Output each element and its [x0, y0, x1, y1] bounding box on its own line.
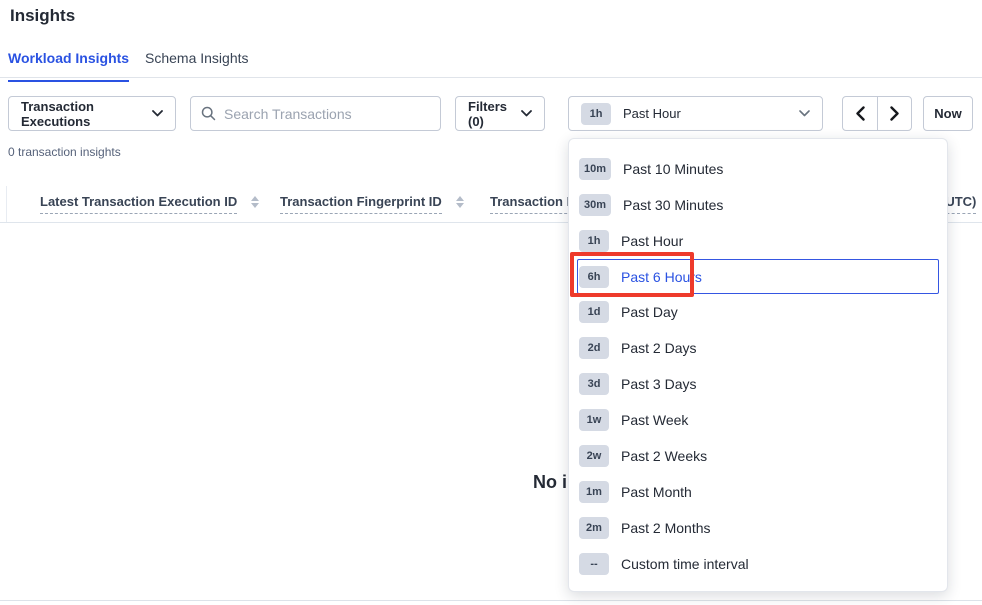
- interval-label: Past Week: [621, 412, 688, 428]
- interval-badge: --: [579, 553, 609, 575]
- interval-badge: 1d: [579, 301, 609, 323]
- dropdown-item-past-10-minutes[interactable]: 10m Past 10 Minutes: [569, 151, 947, 187]
- chevron-down-icon: [521, 110, 532, 117]
- dropdown-item-past-6-hours[interactable]: 6h Past 6 Hours: [577, 259, 939, 294]
- column-header-latest-transaction-execution-id[interactable]: Latest Transaction Execution ID: [40, 194, 259, 214]
- interval-badge: 1h: [579, 230, 609, 252]
- dropdown-item-past-3-days[interactable]: 3d Past 3 Days: [569, 366, 947, 402]
- interval-badge: 1w: [579, 409, 609, 431]
- interval-label: Past 10 Minutes: [623, 161, 723, 177]
- dropdown-item-past-2-weeks[interactable]: 2w Past 2 Weeks: [569, 438, 947, 474]
- interval-badge: 3d: [579, 373, 609, 395]
- tab-schema-insights[interactable]: Schema Insights: [145, 50, 249, 78]
- search-box: [190, 96, 441, 131]
- interval-label: Past 2 Months: [621, 520, 711, 536]
- bottom-divider: [0, 600, 982, 601]
- column-header-label: Latest Transaction Execution ID: [40, 194, 237, 214]
- interval-label: Past Hour: [621, 233, 683, 249]
- interval-badge: 2w: [579, 445, 609, 467]
- dropdown-item-past-2-days[interactable]: 2d Past 2 Days: [569, 330, 947, 366]
- column-header-label: Transaction Fingerprint ID: [280, 194, 442, 214]
- filters-button[interactable]: Filters (0): [455, 96, 545, 131]
- interval-badge: 1m: [579, 481, 609, 503]
- sort-icon: [251, 196, 259, 208]
- interval-label: Past 2 Days: [621, 340, 696, 356]
- insights-count-text: 0 transaction insights: [8, 145, 121, 159]
- interval-label: Past 30 Minutes: [623, 197, 723, 213]
- chevron-right-icon: [890, 106, 899, 121]
- interval-badge: 2m: [579, 517, 609, 539]
- now-button[interactable]: Now: [923, 96, 973, 131]
- time-interval-label: Past Hour: [623, 106, 681, 121]
- interval-label: Past 6 Hours: [621, 269, 702, 285]
- view-type-select[interactable]: Transaction Executions: [8, 96, 176, 131]
- previous-interval-button[interactable]: [843, 97, 877, 130]
- sort-icon: [456, 196, 464, 208]
- dropdown-item-past-hour[interactable]: 1h Past Hour: [569, 223, 947, 259]
- interval-label: Past 3 Days: [621, 376, 696, 392]
- tab-workload-insights[interactable]: Workload Insights: [8, 50, 129, 78]
- dropdown-item-past-week[interactable]: 1w Past Week: [569, 402, 947, 438]
- dropdown-item-past-2-months[interactable]: 2m Past 2 Months: [569, 510, 947, 546]
- interval-badge: 6h: [579, 266, 609, 288]
- dropdown-item-custom-time-interval[interactable]: -- Custom time interval: [569, 546, 947, 582]
- time-interval-badge: 1h: [581, 103, 611, 125]
- interval-label: Past Day: [621, 304, 678, 320]
- interval-label: Past Month: [621, 484, 692, 500]
- table-left-border: [6, 186, 7, 222]
- tabs-bar: Workload Insights Schema Insights: [0, 44, 982, 78]
- interval-label: Custom time interval: [621, 556, 749, 572]
- column-header-transaction-fingerprint-id[interactable]: Transaction Fingerprint ID: [280, 194, 464, 214]
- search-input[interactable]: [224, 106, 430, 122]
- time-interval-select[interactable]: 1h Past Hour: [568, 96, 823, 131]
- chevron-left-icon: [856, 106, 865, 121]
- interval-badge: 10m: [579, 158, 611, 180]
- search-icon: [201, 106, 216, 121]
- next-interval-button[interactable]: [877, 97, 911, 130]
- time-nav-arrows: [842, 96, 912, 131]
- chevron-down-icon: [152, 110, 163, 117]
- time-interval-dropdown: 10m Past 10 Minutes 30m Past 30 Minutes …: [568, 138, 948, 592]
- filters-button-label: Filters (0): [468, 99, 521, 129]
- interval-badge: 30m: [579, 194, 611, 216]
- page-title: Insights: [10, 6, 75, 26]
- dropdown-item-past-day[interactable]: 1d Past Day: [569, 294, 947, 330]
- dropdown-item-past-month[interactable]: 1m Past Month: [569, 474, 947, 510]
- view-type-select-label: Transaction Executions: [21, 99, 152, 129]
- chevron-down-icon: [799, 110, 810, 117]
- interval-label: Past 2 Weeks: [621, 448, 707, 464]
- interval-badge: 2d: [579, 337, 609, 359]
- dropdown-item-past-30-minutes[interactable]: 30m Past 30 Minutes: [569, 187, 947, 223]
